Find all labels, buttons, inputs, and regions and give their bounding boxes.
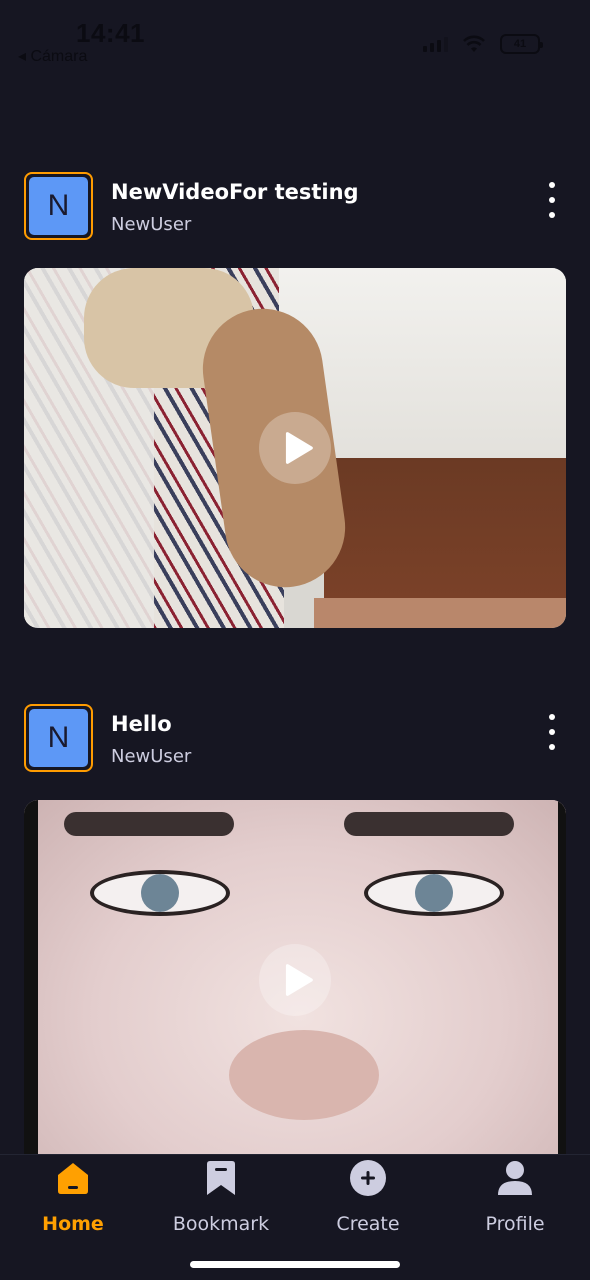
play-button[interactable] (259, 944, 331, 1016)
video-card: N NewVideoFor testing NewUser (24, 172, 566, 628)
thumbnail-brow-right (344, 812, 514, 836)
play-icon (285, 432, 313, 464)
video-card-header: N NewVideoFor testing NewUser (24, 172, 566, 242)
creator-name: NewUser (111, 746, 192, 767)
tab-bookmark[interactable]: Bookmark (156, 1155, 286, 1245)
video-thumbnail[interactable] (24, 800, 566, 1160)
plus-circle-icon (349, 1159, 387, 1197)
thumbnail-brow-left (64, 812, 234, 836)
video-title: Hello (111, 712, 172, 736)
thumbnail-floor (314, 598, 566, 628)
thumbnail-eye-left (90, 870, 230, 916)
play-button[interactable] (259, 412, 331, 484)
status-time: 14:41 (76, 18, 145, 48)
thumbnail-eye-right (364, 870, 504, 916)
thumbnail-hair-left (24, 800, 38, 1160)
avatar-initial: N (29, 177, 88, 235)
more-options-icon[interactable] (542, 714, 562, 750)
app-screen: 14:41 ◂ Cámara 41 N NewVideoFor testing … (0, 0, 590, 1280)
tab-profile-label: Profile (485, 1213, 545, 1235)
tab-profile[interactable]: Profile (450, 1155, 580, 1245)
creator-avatar[interactable]: N (24, 704, 93, 772)
creator-name: NewUser (111, 214, 192, 235)
video-card: N Hello NewUser (24, 704, 566, 1160)
thumbnail-wood-panel (324, 458, 566, 598)
thumbnail-hair-right (558, 800, 566, 1160)
home-icon (54, 1159, 92, 1197)
video-card-header: N Hello NewUser (24, 704, 566, 774)
back-to-camera-link[interactable]: ◂ Cámara (18, 46, 87, 66)
tab-home-label: Home (42, 1213, 104, 1235)
tab-create-label: Create (336, 1213, 400, 1235)
avatar-initial: N (29, 709, 88, 767)
video-thumbnail[interactable] (24, 268, 566, 628)
tab-home[interactable]: Home (8, 1155, 138, 1245)
bookmark-icon (202, 1159, 240, 1197)
wifi-icon (463, 35, 485, 52)
battery-icon: 41 (500, 34, 543, 54)
home-indicator[interactable] (190, 1261, 400, 1268)
tab-bookmark-label: Bookmark (172, 1213, 270, 1235)
tab-create[interactable]: Create (303, 1155, 433, 1245)
video-title: NewVideoFor testing (111, 180, 359, 204)
status-icons: 41 (423, 34, 543, 54)
more-options-icon[interactable] (542, 182, 562, 218)
play-icon (285, 964, 313, 996)
profile-icon (496, 1159, 534, 1197)
cellular-signal-icon (423, 36, 448, 52)
creator-avatar[interactable]: N (24, 172, 93, 240)
thumbnail-nose (229, 1030, 379, 1120)
